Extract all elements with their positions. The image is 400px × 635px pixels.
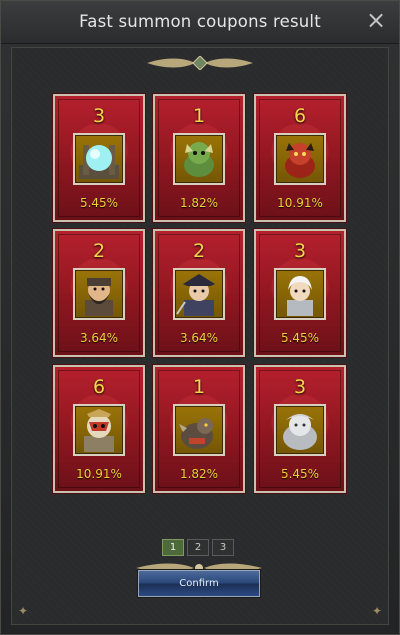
summon-count: 3 — [293, 240, 307, 262]
corner-ornament-icon: ✦ — [371, 604, 383, 618]
result-card[interactable]: 3 5.45% — [52, 93, 146, 223]
summon-chance: 10.91% — [76, 467, 122, 481]
green-dragon-icon — [173, 133, 225, 185]
title-bar: Fast summon coupons result × — [1, 1, 399, 44]
summon-chance: 5.45% — [280, 467, 320, 481]
confirm-button[interactable]: Confirm — [138, 570, 260, 597]
summon-count: 1 — [192, 376, 206, 398]
summon-count: 6 — [293, 105, 307, 127]
result-card[interactable]: 1 1.82% — [152, 364, 246, 494]
result-card[interactable]: 2 3.64% — [52, 228, 146, 358]
page-button[interactable]: 2 — [187, 539, 209, 556]
summon-count: 3 — [293, 376, 307, 398]
summon-chance: 1.82% — [179, 196, 219, 210]
corner-ornament-icon: ✦ — [17, 604, 29, 618]
summon-count: 6 — [92, 376, 106, 398]
bearded-warrior-icon — [73, 268, 125, 320]
summon-chance: 1.82% — [179, 467, 219, 481]
summon-result-dialog: Fast summon coupons result × 3 5.45% 1 1.82… — [0, 0, 400, 635]
summon-count: 2 — [92, 240, 106, 262]
summon-chance: 5.45% — [280, 331, 320, 345]
red-demon-icon — [274, 133, 326, 185]
result-card[interactable]: 6 10.91% — [253, 93, 347, 223]
dialog-title: Fast summon coupons result — [79, 12, 321, 31]
summon-chance: 5.45% — [79, 196, 119, 210]
summon-chance: 3.64% — [79, 331, 119, 345]
summon-count: 2 — [192, 240, 206, 262]
summon-count: 3 — [92, 105, 106, 127]
summon-chance: 3.64% — [179, 331, 219, 345]
crystal-orb-icon — [73, 133, 125, 185]
summon-count: 1 — [192, 105, 206, 127]
page-button[interactable]: 1 — [162, 539, 184, 556]
close-icon[interactable]: × — [365, 8, 387, 32]
summon-chance: 10.91% — [277, 196, 323, 210]
pale-ghost-icon — [274, 404, 326, 456]
dark-knight-icon — [173, 268, 225, 320]
page-button[interactable]: 3 — [212, 539, 234, 556]
armored-beast-icon — [173, 404, 225, 456]
result-card[interactable]: 6 10.91% — [52, 364, 146, 494]
result-card[interactable]: 3 5.45% — [253, 228, 347, 358]
result-card[interactable]: 3 5.45% — [253, 364, 347, 494]
top-ornament-icon — [147, 56, 253, 70]
masked-warrior-icon — [73, 404, 125, 456]
white-haired-hero-icon — [274, 268, 326, 320]
result-card[interactable]: 2 3.64% — [152, 228, 246, 358]
result-card[interactable]: 1 1.82% — [152, 93, 246, 223]
